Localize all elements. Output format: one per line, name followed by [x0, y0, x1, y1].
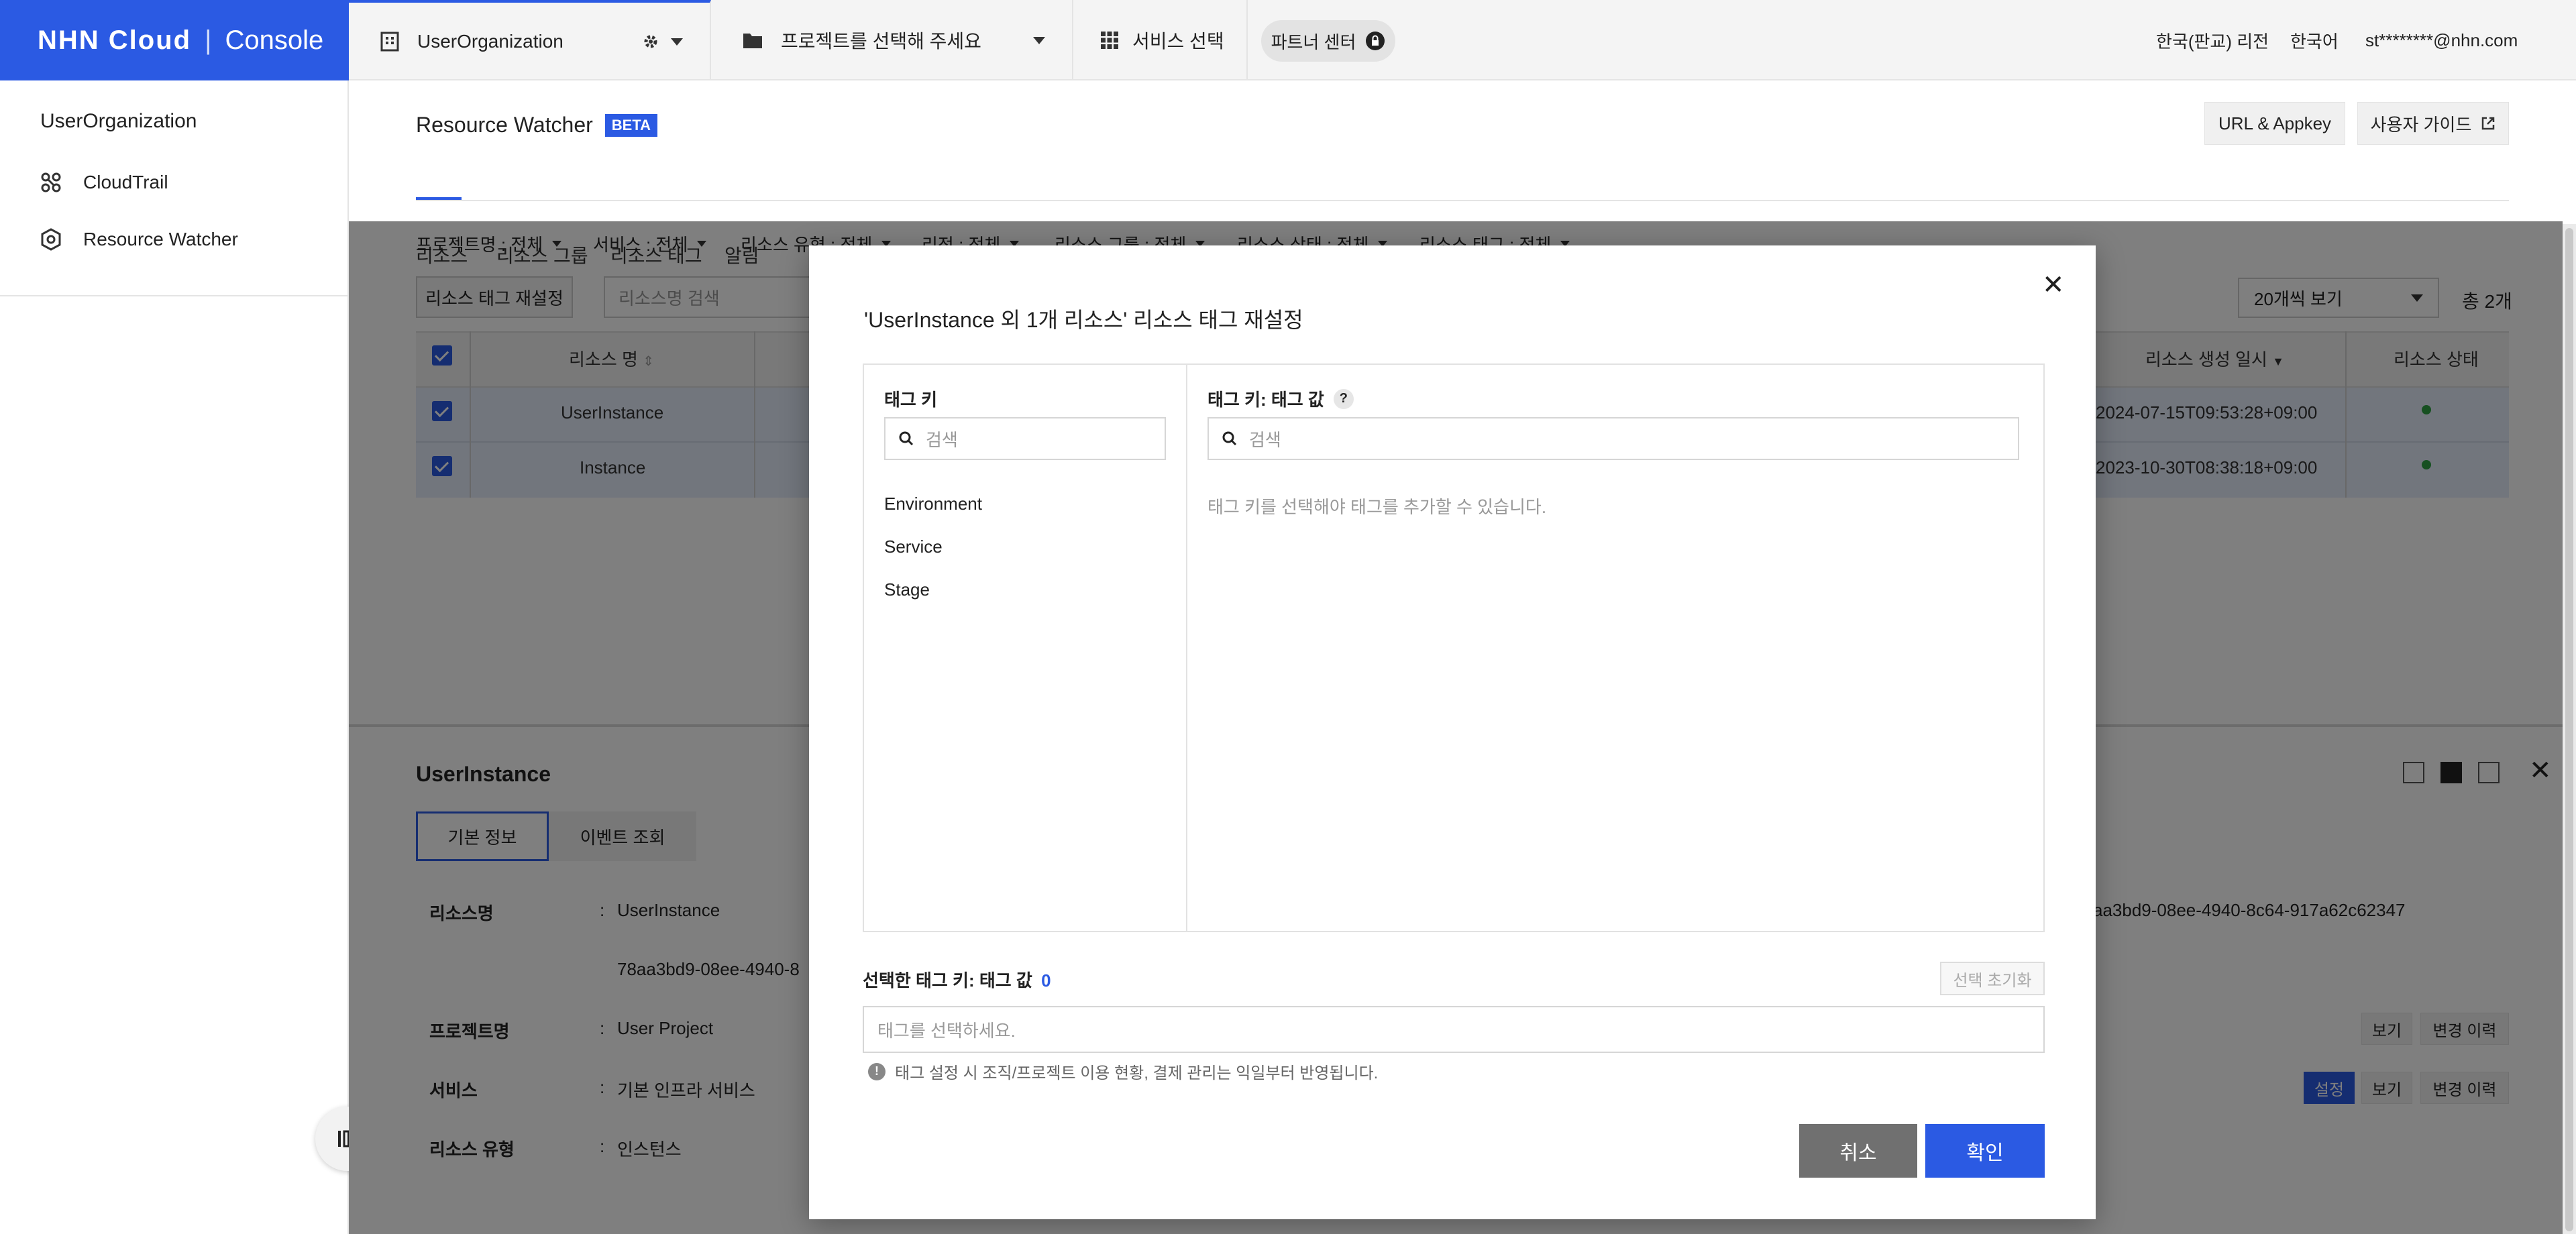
service-select-label: 서비스 선택 [1132, 31, 1224, 52]
grid-icon [1101, 32, 1118, 49]
tag-key-item[interactable]: Service [884, 537, 943, 557]
sidebar-item-label: CloudTrail [83, 172, 168, 192]
tag-value-label-text: 태그 키: 태그 값 [1208, 390, 1324, 410]
sidebar-org-title: UserOrganization [40, 110, 197, 132]
url-appkey-button[interactable]: URL & Appkey [2204, 102, 2345, 145]
search-icon [1222, 431, 1237, 446]
region-selector[interactable]: 한국(판교) 리전 [2156, 0, 2269, 80]
url-appkey-label: URL & Appkey [2218, 113, 2332, 133]
gear-icon[interactable] [643, 34, 659, 50]
page-title-text: Resource Watcher [416, 113, 593, 137]
sidebar-item-cloudtrail[interactable]: CloudTrail [40, 172, 168, 193]
tag-value-label: 태그 키: 태그 값 ? [1208, 386, 1354, 411]
tag-value-search-input[interactable]: 검색 [1208, 417, 2019, 460]
top-bar: NHN Cloud | Console UserOrganization 프로젝… [0, 0, 2576, 80]
project-selector[interactable]: 프로젝트를 선택해 주세요 [711, 0, 1073, 80]
folder-icon [743, 34, 762, 48]
partner-center-label: 파트너 센터 [1271, 32, 1356, 52]
project-placeholder: 프로젝트를 선택해 주세요 [781, 31, 981, 52]
brand-product: Console [225, 25, 324, 55]
user-account-menu[interactable]: st********@nhn.com [2365, 0, 2518, 80]
service-select-button[interactable]: 서비스 선택 [1073, 0, 1248, 80]
brand-logo[interactable]: NHN Cloud | Console [0, 0, 349, 80]
brand-separator: | [205, 25, 212, 55]
selected-count: 0 [1041, 970, 1051, 991]
page-scrollbar-thumb[interactable] [2565, 228, 2573, 1231]
user-email: st********@nhn.com [2365, 30, 2518, 50]
modal-title: 'UserInstance 외 1개 리소스' 리소스 태그 재설정 [864, 308, 1303, 332]
org-name: UserOrganization [417, 31, 564, 52]
tag-key-item[interactable]: Environment [884, 494, 982, 514]
help-icon[interactable]: ? [1333, 388, 1354, 409]
notice-text: ! 태그 설정 시 조직/프로젝트 이용 현황, 결제 관리는 익일부터 반영됩… [868, 1060, 1378, 1083]
external-link-icon [2482, 117, 2495, 130]
confirm-button[interactable]: 확인 [1925, 1124, 2045, 1178]
reset-tag-modal: 'UserInstance 외 1개 리소스' 리소스 태그 재설정 ✕ 태그 … [809, 245, 2096, 1219]
tag-key-search-placeholder: 검색 [926, 429, 958, 450]
user-guide-button[interactable]: 사용자 가이드 [2357, 102, 2509, 145]
cloudtrail-icon [41, 172, 61, 192]
language-selector[interactable]: 한국어 [2290, 0, 2339, 80]
notice-text-content: 태그 설정 시 조직/프로젝트 이용 현황, 결제 관리는 익일부터 반영됩니다… [895, 1064, 1379, 1082]
region-label: 한국(판교) 리전 [2156, 31, 2269, 52]
empty-hint-text: 태그 키를 선택해야 태그를 추가할 수 있습니다. [1208, 497, 1547, 517]
chevron-down-icon[interactable] [671, 38, 683, 46]
page-title: Resource Watcher BETA [416, 113, 658, 137]
reset-selection-button[interactable]: 선택 초기화 [1940, 962, 2045, 995]
tag-key-label: 태그 키 [884, 390, 937, 410]
tag-key-search-input[interactable]: 검색 [884, 417, 1166, 460]
info-icon: ! [868, 1062, 885, 1080]
sidebar: UserOrganization CloudTrail Resource Wat… [0, 80, 380, 1234]
close-icon[interactable]: ✕ [2042, 270, 2065, 300]
sidebar-item-label: Resource Watcher [83, 229, 238, 249]
sidebar-item-resource-watcher[interactable]: Resource Watcher [40, 228, 238, 251]
selected-tags-placeholder: 태그를 선택하세요. [877, 1020, 1016, 1041]
tag-panel-divider [1186, 363, 1187, 932]
sidebar-divider [0, 295, 347, 296]
org-selector[interactable]: UserOrganization [349, 0, 711, 80]
selected-tags-field[interactable]: 태그를 선택하세요. [863, 1006, 2045, 1053]
brand-logo-text: NHN Cloud [38, 25, 192, 55]
lock-icon [1366, 32, 1385, 50]
selected-tags-label: 선택한 태그 키: 태그 값 0 [863, 967, 1051, 992]
tag-value-search-placeholder: 검색 [1249, 429, 1281, 450]
partner-center-button[interactable]: 파트너 센터 [1261, 20, 1395, 62]
selected-tags-label-text: 선택한 태그 키: 태그 값 [863, 970, 1032, 991]
language-label: 한국어 [2290, 31, 2339, 52]
tag-key-item[interactable]: Stage [884, 579, 930, 600]
resource-watcher-icon [41, 228, 61, 251]
search-icon [899, 431, 914, 446]
user-guide-label: 사용자 가이드 [2370, 114, 2472, 135]
chevron-down-icon[interactable] [1033, 36, 1045, 44]
beta-badge: BETA [604, 113, 658, 137]
cancel-button[interactable]: 취소 [1799, 1124, 1917, 1178]
building-icon [380, 32, 399, 52]
tab-divider [416, 200, 2509, 201]
